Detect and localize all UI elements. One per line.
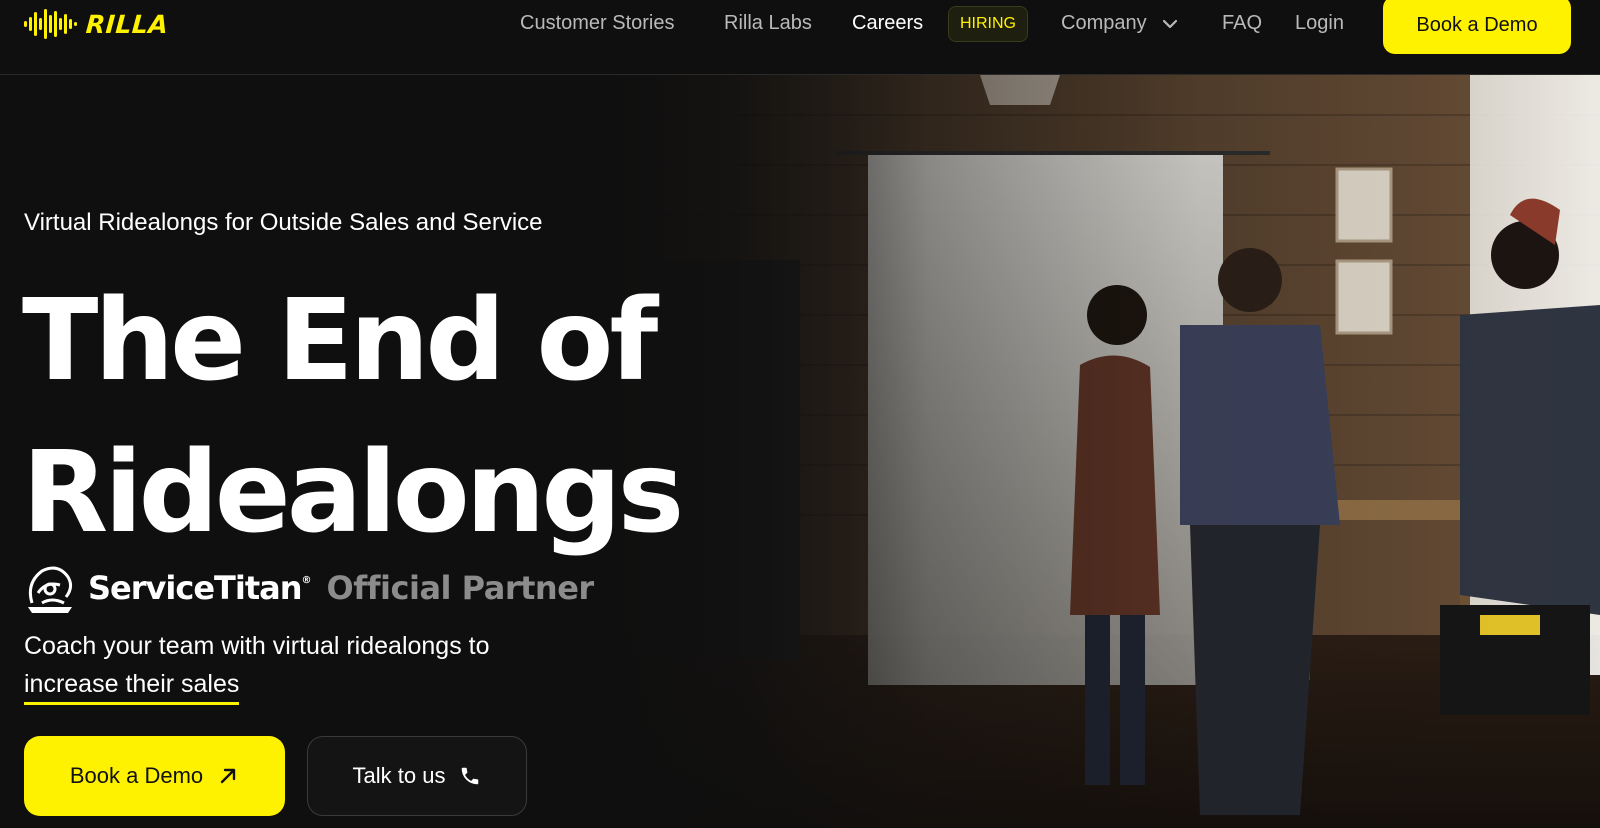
top-nav: RILLA Customer Stories Rilla Labs Career…: [0, 0, 1600, 75]
nav-dropdown-company[interactable]: Company: [1061, 12, 1178, 35]
phone-icon: [462, 767, 479, 785]
hiring-badge[interactable]: HIRING: [948, 6, 1028, 42]
arrow-up-right-icon: [220, 768, 236, 784]
talk-to-us-label: Talk to us: [352, 763, 446, 788]
chevron-down-icon: [1163, 19, 1178, 28]
servicetitan-brand: ServiceTitan®: [88, 569, 312, 607]
book-demo-nav-button[interactable]: Book a Demo: [1383, 0, 1571, 54]
book-demo-hero-label: Book a Demo: [69, 763, 204, 788]
brand-logo[interactable]: RILLA: [24, 8, 170, 40]
nav-link-faq[interactable]: FAQ: [1222, 12, 1262, 35]
sound-wave-logo-icon: [24, 9, 77, 39]
hero-subheadline-highlight: increase their sales: [24, 668, 240, 705]
titan-mascot-icon: [28, 566, 73, 613]
nav-link-careers[interactable]: Careers: [852, 12, 923, 35]
hero-subheadline: Coach your team with virtual ridealongs …: [24, 627, 584, 705]
talk-to-us-button[interactable]: Talk to us: [307, 736, 527, 816]
nav-link-rilla-labs[interactable]: Rilla Labs: [724, 12, 812, 35]
servicetitan-brand-text: ServiceTitan: [88, 569, 302, 607]
nav-link-login[interactable]: Login: [1295, 12, 1344, 35]
official-partner-label: Official Partner: [326, 569, 595, 607]
brand-wordmark: RILLA: [84, 9, 170, 39]
hero-headline-line-1: The End of: [22, 276, 658, 406]
nav-link-company-label: Company: [1061, 12, 1147, 34]
servicetitan-partner-badge: ServiceTitan® Official Partner: [24, 563, 594, 613]
hero-eyebrow: Virtual Ridealongs for Outside Sales and…: [24, 209, 543, 236]
hero-section: Virtual Ridealongs for Outside Sales and…: [0, 75, 1600, 828]
hero-headline-line-2: Ridealongs: [22, 428, 684, 558]
nav-link-customer-stories[interactable]: Customer Stories: [520, 12, 675, 35]
hero-subheadline-text: Coach your team with virtual ridealongs …: [24, 632, 490, 660]
hero-headline: The End of Ridealongs: [22, 265, 684, 569]
book-demo-hero-button[interactable]: Book a Demo: [24, 736, 285, 816]
